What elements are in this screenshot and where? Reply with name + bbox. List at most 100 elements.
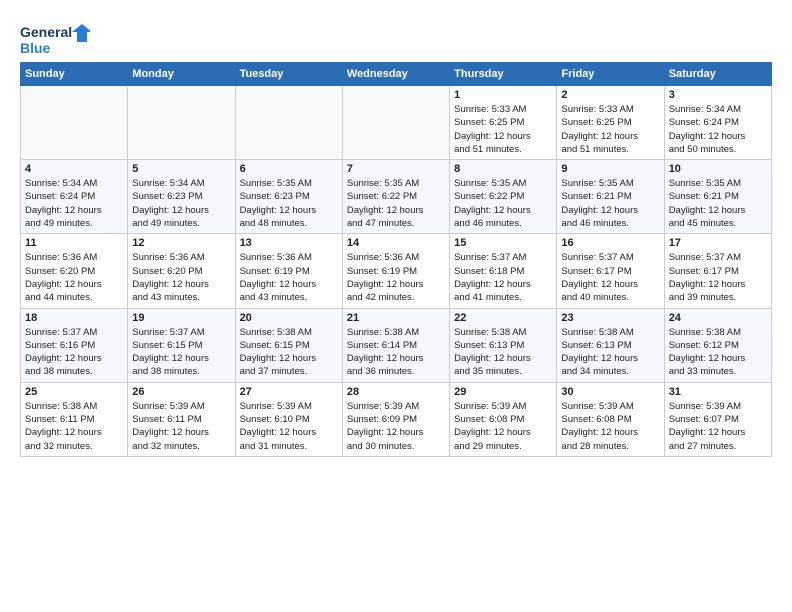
cell-line: Sunrise: 5:33 AM: [454, 104, 526, 115]
cell-content: Sunrise: 5:34 AMSunset: 6:24 PMDaylight:…: [25, 177, 123, 230]
cell-line: Daylight: 12 hours: [240, 279, 317, 290]
calendar-cell: 17Sunrise: 5:37 AMSunset: 6:17 PMDayligh…: [664, 234, 771, 308]
cell-content: Sunrise: 5:39 AMSunset: 6:09 PMDaylight:…: [347, 400, 445, 453]
day-number: 12: [132, 237, 230, 249]
cell-line: Sunset: 6:20 PM: [25, 266, 95, 277]
header-row: SundayMondayTuesdayWednesdayThursdayFrid…: [21, 63, 772, 86]
cell-line: and 46 minutes.: [561, 218, 629, 229]
cell-line: Daylight: 12 hours: [561, 131, 638, 142]
cell-line: Daylight: 12 hours: [347, 205, 424, 216]
header-cell-friday: Friday: [557, 63, 664, 86]
cell-line: Sunrise: 5:38 AM: [454, 327, 526, 338]
logo: General Blue: [20, 20, 90, 56]
day-number: 11: [25, 237, 123, 249]
cell-line: Sunrise: 5:38 AM: [347, 327, 419, 338]
cell-line: and 45 minutes.: [669, 218, 737, 229]
cell-content: Sunrise: 5:35 AMSunset: 6:21 PMDaylight:…: [669, 177, 767, 230]
cell-content: Sunrise: 5:36 AMSunset: 6:19 PMDaylight:…: [240, 251, 338, 304]
calendar-table: SundayMondayTuesdayWednesdayThursdayFrid…: [20, 62, 772, 457]
calendar-cell: 21Sunrise: 5:38 AMSunset: 6:14 PMDayligh…: [342, 308, 449, 382]
cell-line: Sunset: 6:25 PM: [454, 117, 524, 128]
calendar-cell: 2Sunrise: 5:33 AMSunset: 6:25 PMDaylight…: [557, 86, 664, 160]
cell-line: Sunset: 6:20 PM: [132, 266, 202, 277]
header-cell-saturday: Saturday: [664, 63, 771, 86]
cell-line: Daylight: 12 hours: [669, 131, 746, 142]
cell-line: Sunset: 6:08 PM: [561, 414, 631, 425]
cell-line: and 27 minutes.: [669, 441, 737, 452]
cell-content: Sunrise: 5:39 AMSunset: 6:10 PMDaylight:…: [240, 400, 338, 453]
cell-line: Daylight: 12 hours: [561, 353, 638, 364]
cell-line: Sunset: 6:22 PM: [347, 191, 417, 202]
page: General Blue SundayMondayTuesdayWednesda…: [0, 0, 792, 612]
cell-line: Daylight: 12 hours: [347, 427, 424, 438]
cell-line: and 37 minutes.: [240, 366, 308, 377]
cell-content: Sunrise: 5:35 AMSunset: 6:23 PMDaylight:…: [240, 177, 338, 230]
calendar-cell: 16Sunrise: 5:37 AMSunset: 6:17 PMDayligh…: [557, 234, 664, 308]
cell-line: Sunset: 6:23 PM: [132, 191, 202, 202]
calendar-cell: 13Sunrise: 5:36 AMSunset: 6:19 PMDayligh…: [235, 234, 342, 308]
cell-line: and 29 minutes.: [454, 441, 522, 452]
cell-line: Daylight: 12 hours: [132, 279, 209, 290]
cell-line: Sunrise: 5:39 AM: [561, 401, 633, 412]
cell-line: Sunset: 6:11 PM: [132, 414, 202, 425]
day-number: 31: [669, 386, 767, 398]
cell-line: Sunrise: 5:36 AM: [347, 252, 419, 263]
cell-content: Sunrise: 5:38 AMSunset: 6:13 PMDaylight:…: [561, 326, 659, 379]
day-number: 10: [669, 163, 767, 175]
cell-line: and 48 minutes.: [240, 218, 308, 229]
calendar-cell: 6Sunrise: 5:35 AMSunset: 6:23 PMDaylight…: [235, 160, 342, 234]
day-number: 23: [561, 312, 659, 324]
day-number: 20: [240, 312, 338, 324]
cell-line: and 31 minutes.: [240, 441, 308, 452]
cell-line: Daylight: 12 hours: [669, 353, 746, 364]
cell-line: Daylight: 12 hours: [454, 353, 531, 364]
cell-line: Sunset: 6:18 PM: [454, 266, 524, 277]
calendar-cell: 8Sunrise: 5:35 AMSunset: 6:22 PMDaylight…: [450, 160, 557, 234]
cell-line: and 32 minutes.: [25, 441, 93, 452]
logo-svg: General Blue: [20, 20, 90, 56]
cell-line: Daylight: 12 hours: [25, 427, 102, 438]
cell-content: Sunrise: 5:38 AMSunset: 6:14 PMDaylight:…: [347, 326, 445, 379]
cell-line: Daylight: 12 hours: [561, 279, 638, 290]
day-number: 3: [669, 89, 767, 101]
calendar-cell: [235, 86, 342, 160]
cell-line: Sunset: 6:19 PM: [347, 266, 417, 277]
cell-line: and 42 minutes.: [347, 292, 415, 303]
cell-line: and 40 minutes.: [561, 292, 629, 303]
cell-line: Sunrise: 5:35 AM: [561, 178, 633, 189]
cell-line: Daylight: 12 hours: [25, 353, 102, 364]
cell-line: Sunrise: 5:39 AM: [240, 401, 312, 412]
cell-line: Sunrise: 5:39 AM: [669, 401, 741, 412]
cell-line: Sunset: 6:11 PM: [25, 414, 95, 425]
day-number: 25: [25, 386, 123, 398]
cell-line: Sunset: 6:12 PM: [669, 340, 739, 351]
calendar-cell: 20Sunrise: 5:38 AMSunset: 6:15 PMDayligh…: [235, 308, 342, 382]
cell-line: Sunset: 6:07 PM: [669, 414, 739, 425]
cell-line: Daylight: 12 hours: [669, 427, 746, 438]
cell-content: Sunrise: 5:38 AMSunset: 6:13 PMDaylight:…: [454, 326, 552, 379]
cell-content: Sunrise: 5:38 AMSunset: 6:12 PMDaylight:…: [669, 326, 767, 379]
calendar-cell: [128, 86, 235, 160]
cell-line: Sunrise: 5:34 AM: [25, 178, 97, 189]
cell-line: and 36 minutes.: [347, 366, 415, 377]
cell-line: Sunset: 6:23 PM: [240, 191, 310, 202]
cell-line: and 38 minutes.: [132, 366, 200, 377]
cell-content: Sunrise: 5:33 AMSunset: 6:25 PMDaylight:…: [454, 103, 552, 156]
cell-content: Sunrise: 5:35 AMSunset: 6:21 PMDaylight:…: [561, 177, 659, 230]
cell-line: and 46 minutes.: [454, 218, 522, 229]
cell-line: Sunrise: 5:35 AM: [240, 178, 312, 189]
day-number: 27: [240, 386, 338, 398]
cell-line: Daylight: 12 hours: [347, 353, 424, 364]
cell-content: Sunrise: 5:33 AMSunset: 6:25 PMDaylight:…: [561, 103, 659, 156]
day-number: 18: [25, 312, 123, 324]
header-cell-tuesday: Tuesday: [235, 63, 342, 86]
calendar-cell: 28Sunrise: 5:39 AMSunset: 6:09 PMDayligh…: [342, 382, 449, 456]
cell-line: Sunrise: 5:39 AM: [132, 401, 204, 412]
day-number: 19: [132, 312, 230, 324]
week-row-1: 1Sunrise: 5:33 AMSunset: 6:25 PMDaylight…: [21, 86, 772, 160]
cell-line: Sunrise: 5:38 AM: [25, 401, 97, 412]
cell-line: and 38 minutes.: [25, 366, 93, 377]
day-number: 15: [454, 237, 552, 249]
cell-line: Sunset: 6:21 PM: [561, 191, 631, 202]
calendar-cell: 19Sunrise: 5:37 AMSunset: 6:15 PMDayligh…: [128, 308, 235, 382]
